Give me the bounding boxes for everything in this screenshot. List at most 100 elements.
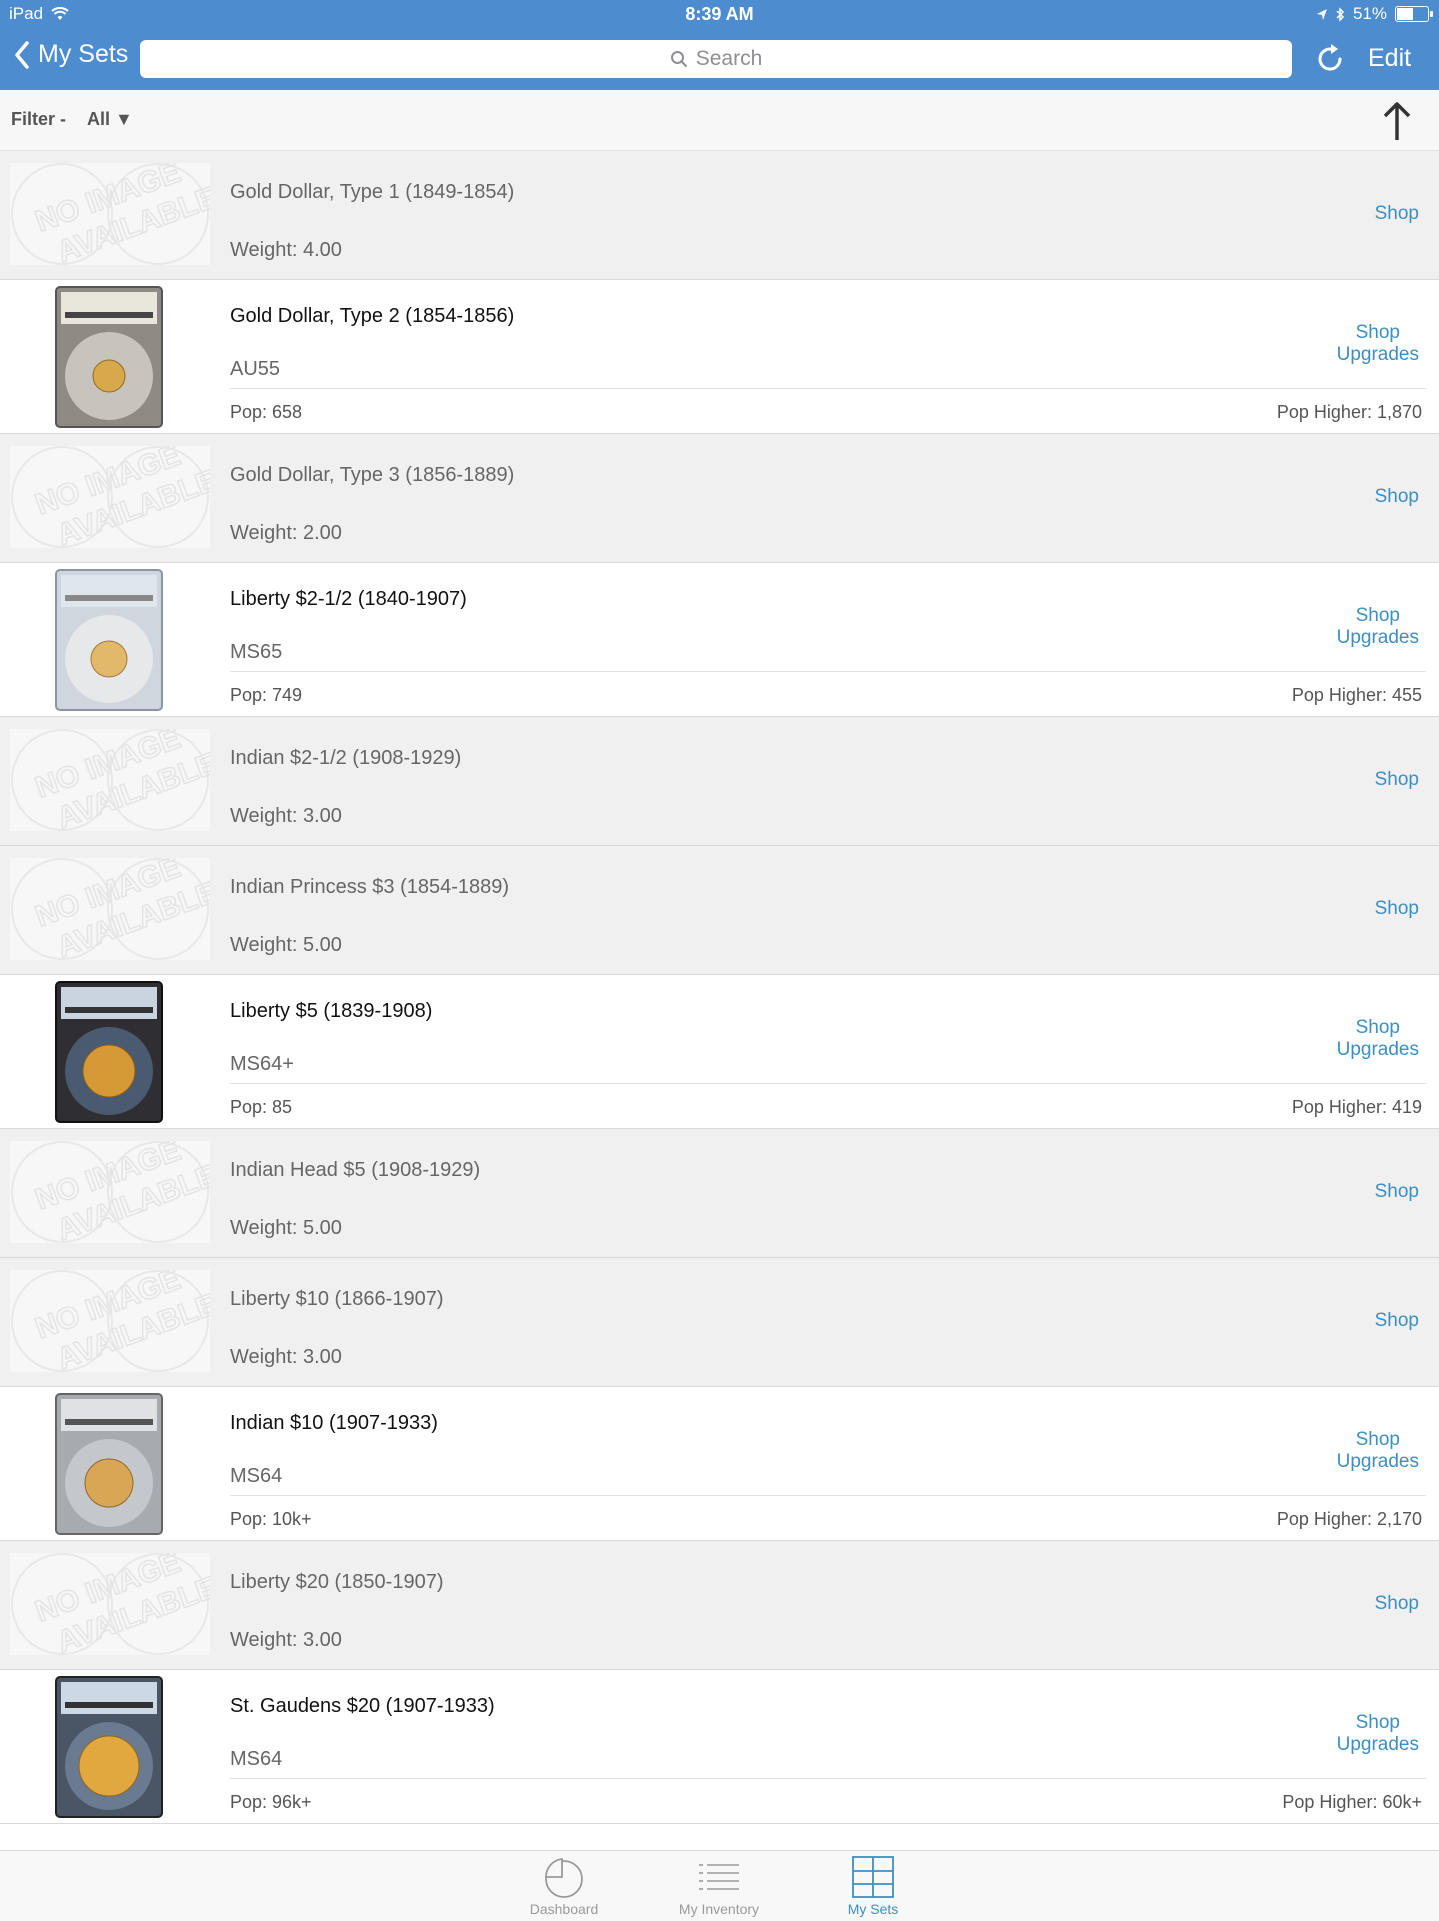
edit-button[interactable]: Edit bbox=[1368, 44, 1411, 73]
coin-title: Indian Princess $3 (1854-1889) bbox=[230, 876, 510, 898]
row-divider bbox=[230, 388, 1426, 389]
coin-title: Gold Dollar, Type 3 (1856-1889) bbox=[230, 464, 515, 486]
shop-upgrades-line2: Upgrades bbox=[1336, 627, 1419, 648]
pop-count: Pop: 85 bbox=[230, 1097, 293, 1117]
shop-link[interactable]: Shop bbox=[1375, 769, 1419, 791]
shop-upgrades-line1: Shop bbox=[1355, 322, 1400, 343]
coin-slab-image bbox=[55, 569, 163, 711]
row-divider bbox=[230, 1495, 1426, 1496]
shop-upgrades-line1: Shop bbox=[1355, 1429, 1400, 1450]
refresh-icon[interactable] bbox=[1313, 42, 1347, 76]
shop-upgrades-link[interactable]: Shop Upgrades bbox=[1337, 322, 1419, 366]
coin-title: Indian $2-1/2 (1908-1929) bbox=[230, 747, 462, 769]
no-image-placeholder: NO IMAGE AVAILABLE bbox=[10, 858, 210, 960]
pop-count: Pop: 96k+ bbox=[230, 1792, 312, 1812]
coin-title: Liberty $5 (1839-1908) bbox=[230, 1000, 433, 1022]
coin-set-list: NO IMAGE AVAILABLE Gold Dollar, Type 1 (… bbox=[0, 151, 1439, 1824]
list-item[interactable]: Gold Dollar, Type 2 (1854-1856) AU55 Sho… bbox=[0, 280, 1439, 434]
shop-link[interactable]: Shop bbox=[1375, 1310, 1419, 1332]
shop-upgrades-line2: Upgrades bbox=[1336, 344, 1419, 365]
list-item[interactable]: NO IMAGE AVAILABLE Indian Princess $3 (1… bbox=[0, 846, 1439, 975]
row-divider bbox=[230, 1083, 1426, 1084]
pop-higher-count: Pop Higher: 60k+ bbox=[1282, 1792, 1422, 1812]
shop-upgrades-line2: Upgrades bbox=[1336, 1734, 1419, 1755]
coin-slab-image bbox=[55, 286, 163, 428]
filter-dropdown[interactable]: All ▼ bbox=[87, 109, 133, 130]
pop-higher-count: Pop Higher: 455 bbox=[1291, 685, 1422, 705]
no-image-placeholder: NO IMAGE AVAILABLE bbox=[10, 163, 210, 265]
location-icon bbox=[1316, 8, 1327, 20]
list-item[interactable]: NO IMAGE AVAILABLE Indian $2-1/2 (1908-1… bbox=[0, 717, 1439, 846]
pop-higher-count: Pop Higher: 1,870 bbox=[1276, 402, 1422, 422]
arrow-up-icon[interactable] bbox=[1380, 100, 1414, 142]
tab-bar: Dashboard My Inventory My Sets bbox=[0, 1850, 1439, 1921]
coin-title: St. Gaudens $20 (1907-1933) bbox=[230, 1695, 495, 1717]
no-image-placeholder: NO IMAGE AVAILABLE bbox=[10, 1141, 210, 1243]
shop-link[interactable]: Shop bbox=[1375, 1181, 1419, 1203]
pie-chart-icon bbox=[545, 1857, 583, 1898]
coin-weight: Weight: 3.00 bbox=[230, 1346, 342, 1368]
tab-label: My Sets bbox=[847, 1901, 899, 1917]
list-item[interactable]: Liberty $2-1/2 (1840-1907) MS65 Shop Upg… bbox=[0, 563, 1439, 717]
status-time: 8:39 AM bbox=[685, 4, 754, 24]
shop-upgrades-line2: Upgrades bbox=[1336, 1039, 1419, 1060]
search-placeholder: Search bbox=[695, 47, 763, 70]
no-image-placeholder: NO IMAGE AVAILABLE bbox=[10, 1270, 210, 1372]
coin-grade: MS64 bbox=[230, 1465, 283, 1487]
shop-link[interactable]: Shop bbox=[1375, 203, 1419, 225]
list-item[interactable]: Liberty $5 (1839-1908) MS64+ Shop Upgrad… bbox=[0, 975, 1439, 1129]
coin-title: Liberty $2-1/2 (1840-1907) bbox=[230, 588, 467, 610]
coin-title: Liberty $10 (1866-1907) bbox=[230, 1288, 444, 1310]
battery-icon bbox=[1395, 6, 1433, 22]
row-divider bbox=[230, 1778, 1426, 1779]
list-item[interactable]: St. Gaudens $20 (1907-1933) MS64 Shop Up… bbox=[0, 1670, 1439, 1824]
search-input[interactable]: Search bbox=[140, 40, 1292, 78]
shop-upgrades-line1: Shop bbox=[1355, 1712, 1400, 1733]
coin-weight: Weight: 5.00 bbox=[230, 1217, 342, 1239]
tab-label: My Inventory bbox=[678, 1901, 760, 1917]
shop-upgrades-link[interactable]: Shop Upgrades bbox=[1337, 1712, 1419, 1756]
filter-label: Filter - bbox=[11, 109, 67, 129]
coin-title: Indian Head $5 (1908-1929) bbox=[230, 1159, 481, 1181]
list-item[interactable]: NO IMAGE AVAILABLE Liberty $20 (1850-190… bbox=[0, 1541, 1439, 1670]
tab-my-sets[interactable]: My Sets bbox=[813, 1855, 933, 1917]
battery-percent: 51% bbox=[1352, 4, 1387, 23]
list-item[interactable]: NO IMAGE AVAILABLE Gold Dollar, Type 1 (… bbox=[0, 151, 1439, 280]
list-item[interactable]: NO IMAGE AVAILABLE Liberty $10 (1866-190… bbox=[0, 1258, 1439, 1387]
list-item[interactable]: Indian $10 (1907-1933) MS64 Shop Upgrade… bbox=[0, 1387, 1439, 1541]
pop-count: Pop: 10k+ bbox=[230, 1509, 312, 1529]
row-divider bbox=[230, 671, 1426, 672]
coin-slab-image bbox=[55, 1393, 163, 1535]
no-image-placeholder: NO IMAGE AVAILABLE bbox=[10, 446, 210, 548]
coin-grade: MS65 bbox=[230, 641, 283, 663]
chevron-left-icon bbox=[15, 40, 29, 69]
shop-link[interactable]: Shop bbox=[1375, 898, 1419, 920]
coin-slab-image bbox=[55, 1676, 163, 1818]
coin-weight: Weight: 2.00 bbox=[230, 522, 342, 544]
list-item[interactable]: NO IMAGE AVAILABLE Indian Head $5 (1908-… bbox=[0, 1129, 1439, 1258]
list-item[interactable]: NO IMAGE AVAILABLE Gold Dollar, Type 3 (… bbox=[0, 434, 1439, 563]
shop-upgrades-link[interactable]: Shop Upgrades bbox=[1337, 1429, 1419, 1473]
coin-weight: Weight: 3.00 bbox=[230, 805, 342, 827]
tab-dashboard[interactable]: Dashboard bbox=[504, 1855, 624, 1917]
shop-link[interactable]: Shop bbox=[1375, 486, 1419, 508]
no-image-placeholder: NO IMAGE AVAILABLE bbox=[10, 729, 210, 831]
coin-title: Indian $10 (1907-1933) bbox=[230, 1412, 438, 1434]
back-button[interactable]: My Sets bbox=[14, 40, 128, 69]
coin-slab-image bbox=[55, 981, 163, 1123]
search-icon bbox=[670, 51, 687, 67]
shop-link[interactable]: Shop bbox=[1375, 1593, 1419, 1615]
coin-grade: MS64 bbox=[230, 1748, 283, 1770]
shop-upgrades-link[interactable]: Shop Upgrades bbox=[1337, 605, 1419, 649]
coin-grade: AU55 bbox=[230, 358, 281, 380]
coin-weight: Weight: 5.00 bbox=[230, 934, 342, 956]
status-right: 51% bbox=[1316, 4, 1433, 24]
shop-upgrades-line1: Shop bbox=[1355, 1017, 1400, 1038]
tab-my-inventory[interactable]: My Inventory bbox=[659, 1855, 779, 1917]
shop-upgrades-link[interactable]: Shop Upgrades bbox=[1337, 1017, 1419, 1061]
coin-title: Liberty $20 (1850-1907) bbox=[230, 1571, 444, 1593]
grid-icon bbox=[852, 1856, 894, 1898]
pop-count: Pop: 658 bbox=[230, 402, 303, 422]
pop-higher-count: Pop Higher: 2,170 bbox=[1276, 1509, 1422, 1529]
coin-title: Gold Dollar, Type 2 (1854-1856) bbox=[230, 305, 515, 327]
